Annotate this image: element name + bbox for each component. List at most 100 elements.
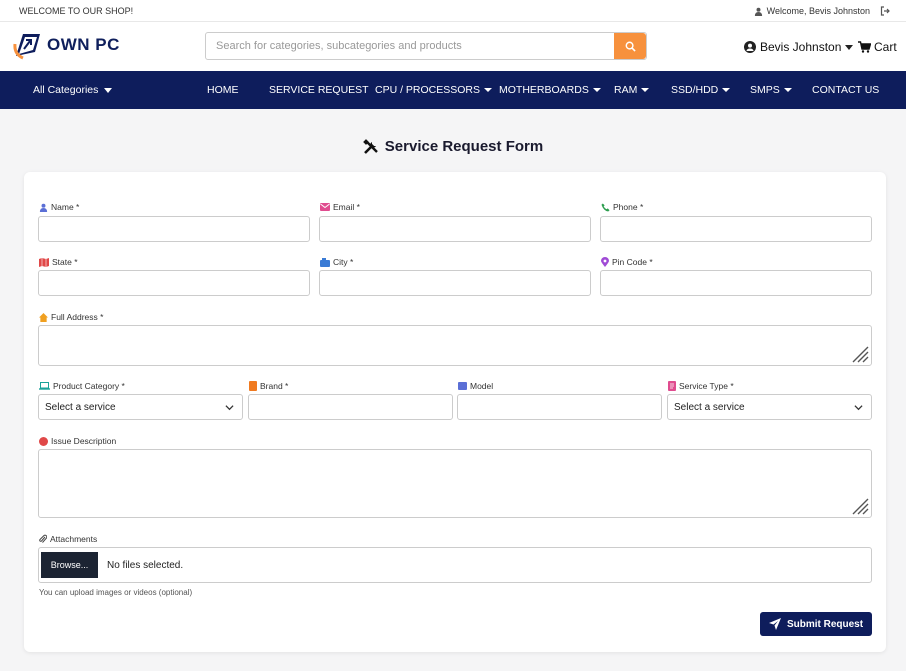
label-text: Email * <box>333 202 360 212</box>
nav-item-smps[interactable]: SMPS <box>750 84 792 96</box>
submit-request-button[interactable]: Submit Request <box>760 612 872 636</box>
pincode-field[interactable] <box>600 270 872 296</box>
nav-item-home[interactable]: HOME <box>207 84 239 96</box>
nav-label: HOME <box>207 84 239 96</box>
label-text: Pin Code * <box>612 257 653 267</box>
caret-down-icon <box>484 88 493 92</box>
select-value: Select a service <box>674 401 745 413</box>
user-name: Bevis Johnston <box>760 40 842 54</box>
nav-item-cpu[interactable]: CPU / PROCESSORS <box>375 84 493 96</box>
phone-icon <box>601 202 610 212</box>
address-label: Full Address * <box>39 312 103 322</box>
category-label: Product Category * <box>39 381 125 391</box>
product-category-select[interactable]: Select a service <box>38 394 243 420</box>
brand-field[interactable] <box>248 394 453 420</box>
select-value: Select a service <box>45 401 116 413</box>
label-text: City * <box>333 257 354 267</box>
upload-help-text: You can upload images or videos (optiona… <box>39 588 193 597</box>
welcome-text: WELCOME TO OUR SHOP! <box>19 6 134 16</box>
pincode-label: Pin Code * <box>601 257 653 267</box>
brand-label: Brand * <box>249 381 288 391</box>
logout-icon[interactable] <box>880 6 890 16</box>
nav-label: CONTACT US <box>812 84 880 96</box>
label-text: State * <box>52 257 78 267</box>
cart-label: Cart <box>874 40 897 54</box>
caret-down-icon <box>722 88 731 92</box>
form-title: Service Request Form <box>384 138 544 155</box>
label-text: Attachments <box>50 534 98 544</box>
home-icon <box>39 312 48 322</box>
chevron-down-icon <box>225 405 234 411</box>
name-field[interactable] <box>38 216 310 242</box>
chevron-down-icon <box>854 405 863 411</box>
caret-down-icon <box>641 88 650 92</box>
nav-item-service-request[interactable]: SERVICE REQUEST <box>269 84 369 96</box>
caret-down-icon <box>783 88 792 92</box>
cart-icon <box>858 41 871 53</box>
state-label: State * <box>39 257 78 267</box>
file-status: No files selected. <box>107 560 184 571</box>
clipboard-icon <box>668 381 676 391</box>
resize-handle-icon[interactable] <box>849 495 869 515</box>
laptop-icon <box>39 382 50 390</box>
city-icon <box>320 257 330 267</box>
caret-down-icon <box>104 87 113 93</box>
browse-button[interactable]: Browse... <box>41 552 98 578</box>
label-text: Service Type * <box>679 381 734 391</box>
logo-icon <box>13 34 40 60</box>
state-field[interactable] <box>38 270 310 296</box>
user-menu[interactable]: Bevis Johnston <box>744 40 854 54</box>
attachments-label: Attachments <box>39 534 97 544</box>
label-text: Phone * <box>613 202 644 212</box>
nav-item-ram[interactable]: RAM <box>614 84 650 96</box>
top-bar-user: Welcome, Bevis Johnston <box>754 6 890 16</box>
label-text: Product Category * <box>53 381 125 391</box>
alert-circle-icon <box>39 436 48 446</box>
tools-icon <box>362 138 378 154</box>
logo[interactable]: OWN PC <box>13 30 120 60</box>
service-type-label: Service Type * <box>668 381 734 391</box>
logo-text: OWN PC <box>47 35 120 54</box>
label-text: Full Address * <box>51 312 104 322</box>
user-icon <box>754 7 762 16</box>
cart-link[interactable]: Cart <box>858 40 897 54</box>
submit-label: Submit Request <box>786 618 864 630</box>
user-circle-icon <box>744 41 756 53</box>
file-input[interactable]: Browse... No files selected. <box>38 547 872 583</box>
email-field[interactable] <box>319 216 591 242</box>
phone-field[interactable] <box>600 216 872 242</box>
envelope-icon <box>320 203 330 211</box>
label-text: Brand * <box>260 381 289 391</box>
model-field[interactable] <box>457 394 662 420</box>
all-categories-label: All Categories <box>33 84 99 96</box>
nav-item-contact-us[interactable]: CONTACT US <box>812 84 879 96</box>
city-field[interactable] <box>319 270 591 296</box>
search-button[interactable] <box>614 33 646 59</box>
label-text: Model <box>470 381 494 391</box>
location-pin-icon <box>601 257 609 267</box>
search-icon <box>625 41 636 52</box>
nav-label: MOTHERBOARDS <box>499 84 589 96</box>
top-bar: WELCOME TO OUR SHOP! Welcome, Bevis John… <box>0 0 906 22</box>
resize-handle-icon[interactable] <box>849 343 869 363</box>
nav-item-ssd-hdd[interactable]: SSD/HDD <box>671 84 731 96</box>
main-nav: All Categories HOME SERVICE REQUEST CPU … <box>0 71 906 109</box>
issue-description-textarea[interactable] <box>38 449 872 518</box>
tag-icon <box>249 381 257 391</box>
model-icon <box>458 382 467 390</box>
phone-label: Phone * <box>601 202 643 212</box>
all-categories-button[interactable]: All Categories <box>33 84 113 96</box>
nav-label: RAM <box>614 84 638 96</box>
paper-plane-icon <box>768 618 781 630</box>
nav-label: CPU / PROCESSORS <box>375 84 481 96</box>
city-label: City * <box>320 257 353 267</box>
caret-down-icon <box>845 44 854 50</box>
user-icon <box>39 203 48 212</box>
map-icon <box>39 257 49 267</box>
search-input[interactable] <box>206 33 614 59</box>
nav-item-motherboards[interactable]: MOTHERBOARDS <box>499 84 601 96</box>
label-text: Issue Description <box>51 436 117 446</box>
header: OWN PC Bevis Johnston Cart <box>0 22 906 71</box>
service-type-select[interactable]: Select a service <box>667 394 872 420</box>
address-textarea[interactable] <box>38 325 872 366</box>
